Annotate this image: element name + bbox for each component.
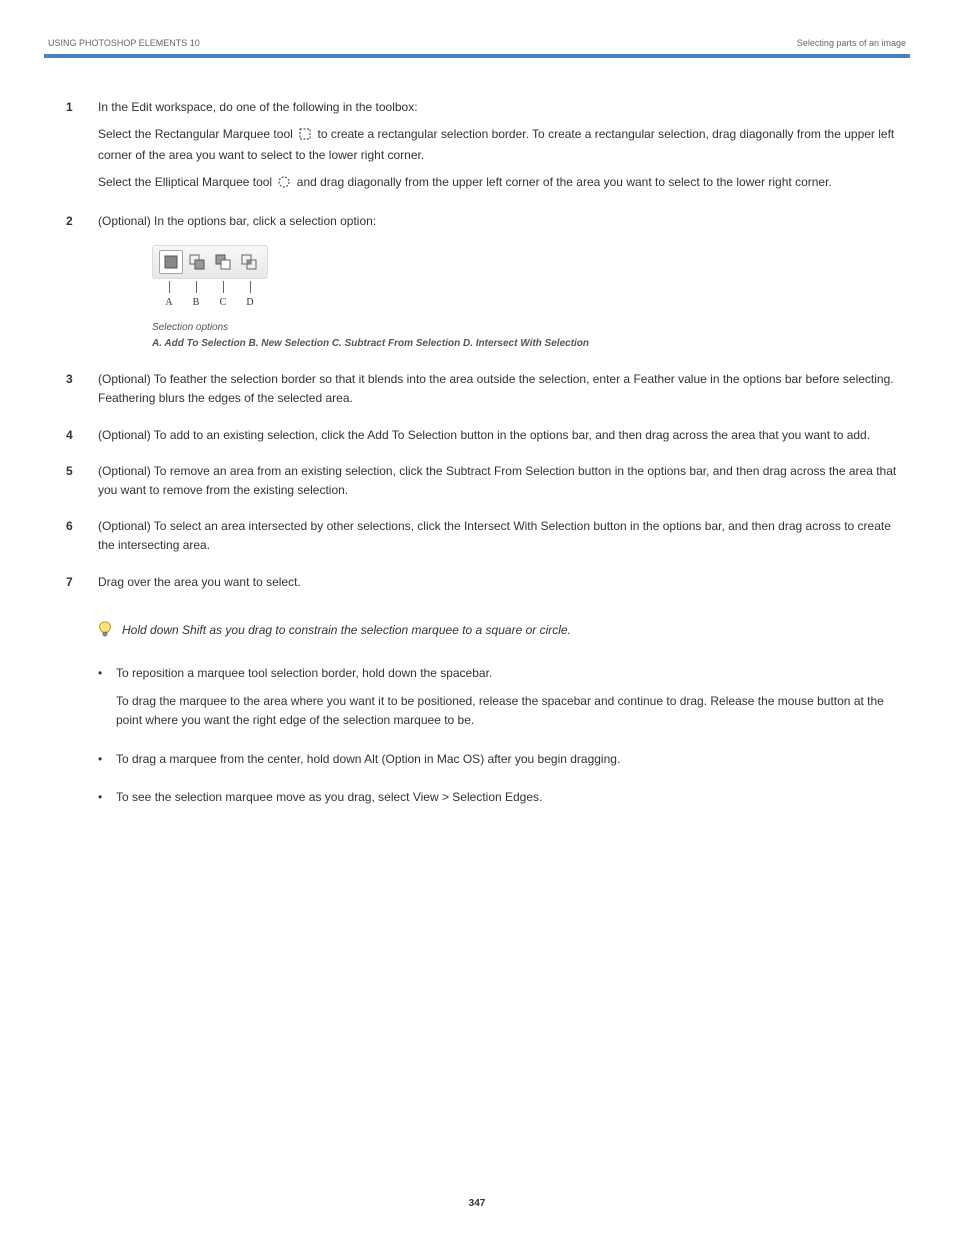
tips-bulleted-list: To reposition a marquee tool selection b…: [116, 664, 910, 807]
rectangular-marquee-icon: [298, 127, 312, 147]
subtract-from-selection-button[interactable]: [211, 250, 235, 274]
header-left: USING PHOTOSHOP ELEMENTS 10: [48, 38, 200, 48]
running-header: USING PHOTOSHOP ELEMENTS 10 Selecting pa…: [44, 38, 910, 48]
figure-caption-detail: A. Add To Selection B. New Selection C. …: [152, 338, 589, 349]
new-selection-button[interactable]: [159, 250, 183, 274]
step-4: (Optional) To add to an existing selecti…: [98, 426, 910, 445]
bullet-3: To see the selection marquee move as you…: [116, 788, 910, 807]
tip-text: Hold down Shift as you drag to constrain…: [122, 621, 571, 640]
header-right: Selecting parts of an image: [797, 38, 906, 48]
figure-label-c: C: [218, 281, 228, 311]
page-root: USING PHOTOSHOP ELEMENTS 10 Selecting pa…: [0, 0, 954, 1235]
selection-options-figure: A B C D: [152, 245, 270, 311]
tip-block: Hold down Shift as you drag to constrain…: [98, 621, 910, 648]
header-rule: [44, 54, 910, 58]
elliptical-marquee-icon: [277, 175, 291, 195]
figure-label-a: A: [164, 281, 174, 311]
step-1-option-a-prefix: Select the Rectangular Marquee tool: [98, 127, 293, 141]
add-to-selection-button[interactable]: [185, 250, 209, 274]
figure-label-d: D: [245, 281, 255, 311]
selection-options-toolbar: [152, 245, 268, 279]
figure-label-b: B: [191, 281, 201, 311]
procedure-steps: In the Edit workspace, do one of the fol…: [98, 98, 910, 591]
figure-caption-lead: Selection options: [152, 322, 228, 333]
figure-callout-labels: A B C D: [152, 281, 270, 311]
step-1: In the Edit workspace, do one of the fol…: [98, 98, 910, 194]
figure-caption: Selection options A. Add To Selection B.…: [152, 320, 832, 352]
step-1-lead: In the Edit workspace, do one of the fol…: [98, 98, 910, 117]
step-7: Drag over the area you want to select.: [98, 573, 910, 592]
page-number: 347: [0, 1198, 954, 1209]
step-1-option-b-suffix: and drag diagonally from the upper left …: [297, 175, 832, 189]
step-3: (Optional) To feather the selection bord…: [98, 370, 910, 407]
bullet-1-extra: To drag the marquee to the area where yo…: [116, 692, 910, 729]
step-5: (Optional) To remove an area from an exi…: [98, 462, 910, 499]
step-2-lead: (Optional) In the options bar, click a s…: [98, 212, 910, 231]
step-1-option-a: Select the Rectangular Marquee tool to c…: [98, 125, 910, 165]
step-2: (Optional) In the options bar, click a s…: [98, 212, 910, 352]
bullet-1-lead: To reposition a marquee tool selection b…: [116, 666, 492, 680]
intersect-with-selection-button[interactable]: [237, 250, 261, 274]
bullet-2: To drag a marquee from the center, hold …: [116, 750, 910, 769]
step-1-option-b: Select the Elliptical Marquee tool and d…: [98, 173, 910, 195]
step-6: (Optional) To select an area intersected…: [98, 517, 910, 554]
lightbulb-icon: [98, 621, 112, 644]
bullet-1: To reposition a marquee tool selection b…: [116, 664, 910, 730]
step-1-option-b-prefix: Select the Elliptical Marquee tool: [98, 175, 272, 189]
